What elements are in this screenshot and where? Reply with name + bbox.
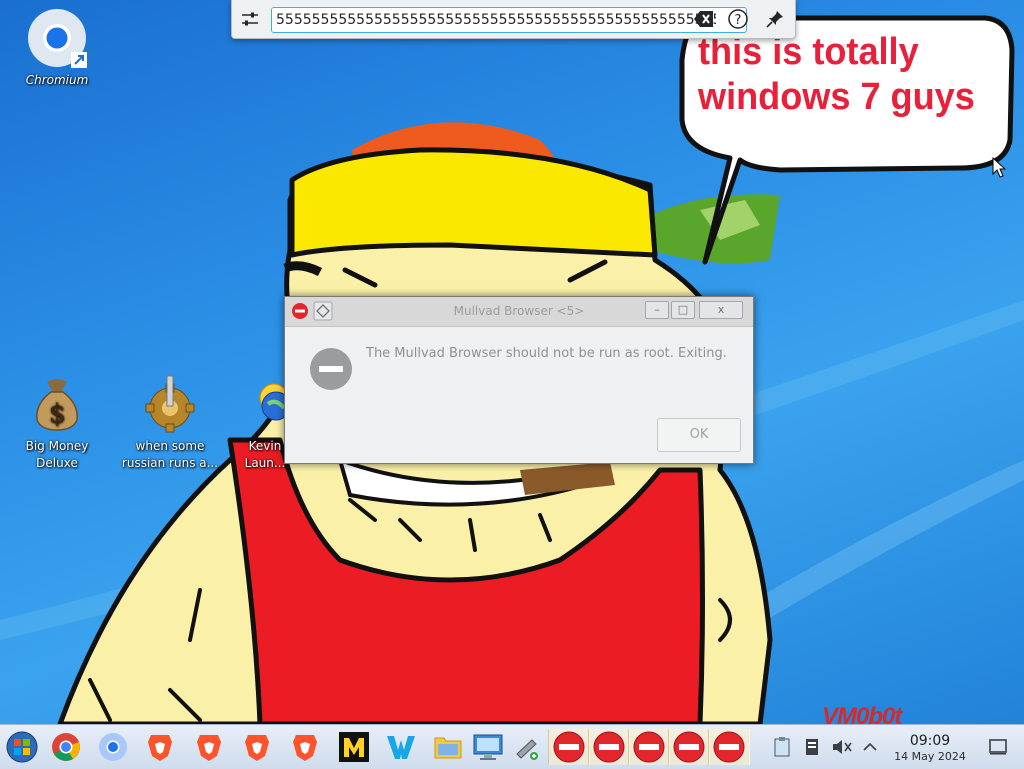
task-stop-1[interactable]: [548, 729, 590, 765]
svg-text:$: $: [49, 399, 66, 429]
volume-muted-icon: [833, 740, 852, 754]
chevron-up-icon: [863, 742, 877, 751]
desktop-icon-label: Big Money Deluxe: [25, 439, 89, 470]
taskbar-brave-3[interactable]: [237, 729, 277, 765]
desktop-icon-russian-runs[interactable]: when some russian runs a...: [120, 372, 220, 472]
stop-icon: [633, 731, 665, 763]
taskbar-mullvad[interactable]: [334, 729, 374, 765]
dialog-message: The Mullvad Browser should not be run as…: [366, 346, 727, 361]
chromium-icon: [99, 733, 127, 761]
show-desktop-button[interactable]: [980, 729, 1016, 765]
maximize-button[interactable]: □: [671, 301, 695, 319]
help-icon[interactable]: ?: [727, 8, 749, 30]
clock-date[interactable]: 14 May 2024: [880, 750, 980, 763]
taskbar-tools[interactable]: [508, 729, 548, 765]
taskbar-chromium[interactable]: [93, 729, 133, 765]
clear-input-icon[interactable]: [694, 10, 714, 28]
waterfox-w-icon: [387, 736, 415, 759]
taskbar: 09:09 14 May 2024: [0, 724, 1024, 769]
stop-icon: [310, 348, 352, 390]
stop-icon: [553, 731, 585, 763]
storage-icon: [806, 739, 818, 755]
money-bag-icon: $: [25, 372, 89, 436]
taskbar-brave-2[interactable]: [189, 729, 229, 765]
stop-icon: [593, 731, 625, 763]
ok-button[interactable]: OK: [657, 418, 741, 452]
clock-time[interactable]: 09:09: [890, 733, 970, 749]
task-stop-2[interactable]: [588, 729, 630, 765]
pin-icon[interactable]: [764, 8, 786, 30]
brave-icon: [148, 735, 172, 761]
close-button[interactable]: x: [699, 301, 743, 319]
task-stop-5[interactable]: [708, 729, 750, 765]
desktop-icon-chromium[interactable]: Chromium: [7, 6, 107, 89]
start-button[interactable]: [2, 729, 42, 765]
dialog-titlebar[interactable]: Mullvad Browser <5> – □ x: [285, 297, 753, 327]
brave-icon: [293, 735, 317, 761]
show-desktop-icon: [989, 739, 1007, 755]
chromium-icon: [25, 6, 89, 70]
desktop-icon-label: Chromium: [25, 73, 89, 87]
taskbar-brave-4[interactable]: [285, 729, 325, 765]
task-stop-3[interactable]: [628, 729, 670, 765]
brave-icon: [197, 735, 221, 761]
settings-sliders-icon[interactable]: [240, 9, 260, 29]
brave-icon: [245, 735, 269, 761]
mouse-cursor-icon: [992, 157, 1006, 178]
desktop-icon-big-money-deluxe[interactable]: $ Big Money Deluxe: [7, 372, 107, 472]
mullvad-m-icon: [339, 732, 369, 762]
speech-bubble-text: this is totally windows 7 guys: [698, 31, 975, 118]
stop-icon: [713, 731, 745, 763]
search-launcher: ?: [231, 0, 796, 39]
minimize-button[interactable]: –: [645, 301, 669, 319]
task-stop-4[interactable]: [668, 729, 710, 765]
desktop-icon-label: when some russian runs a...: [121, 439, 219, 470]
taskbar-system-settings[interactable]: [468, 729, 508, 765]
error-dialog: Mullvad Browser <5> – □ x The Mullvad Br…: [284, 296, 754, 464]
svg-text:?: ?: [735, 13, 742, 28]
taskbar-brave-1[interactable]: [140, 729, 180, 765]
taskbar-chrome[interactable]: [46, 729, 86, 765]
search-input[interactable]: [271, 7, 747, 33]
system-settings-icon: [473, 734, 503, 760]
start-orb-icon: [6, 731, 38, 763]
clipboard-icon: [774, 737, 790, 757]
taskbar-waterfox[interactable]: [381, 729, 421, 765]
chrome-icon: [52, 733, 80, 761]
stop-icon: [673, 731, 705, 763]
gear-icon: [138, 372, 202, 436]
file-manager-icon: [434, 737, 462, 759]
taskbar-file-manager[interactable]: [428, 729, 468, 765]
tools-icon: [516, 739, 538, 760]
